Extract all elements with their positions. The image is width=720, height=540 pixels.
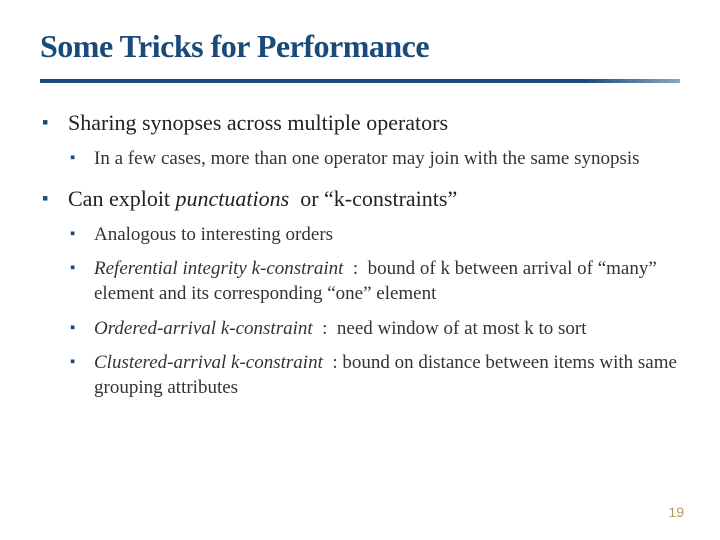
title-underline — [40, 79, 680, 83]
bullet-text-em: Referential integrity k-constraint — [94, 258, 343, 279]
bullet-text-em: Ordered-arrival k-constraint — [94, 318, 313, 339]
bullet-text: Analogous to interesting orders — [94, 224, 333, 245]
bullet-text-post: or “k-constraints” — [289, 186, 457, 211]
slide: Some Tricks for Performance Sharing syno… — [0, 0, 720, 540]
bullet-item: Analogous to interesting orders — [68, 223, 680, 248]
bullet-item: Ordered-arrival k-constraint : need wind… — [68, 317, 680, 342]
bullet-list-level2: Analogous to interesting orders Referent… — [68, 223, 680, 401]
slide-title: Some Tricks for Performance — [40, 28, 680, 73]
bullet-text-pre: Can exploit — [68, 186, 176, 211]
bullet-item: Referential integrity k-constraint : bou… — [68, 257, 680, 306]
bullet-list-level1: Sharing synopses across multiple operato… — [40, 109, 680, 401]
bullet-item: In a few cases, more than one operator m… — [68, 147, 680, 172]
bullet-item: Clustered-arrival k-constraint : bound o… — [68, 351, 680, 400]
page-number: 19 — [668, 504, 684, 520]
bullet-item: Can exploit punctuations or “k-constrain… — [40, 185, 680, 401]
bullet-list-level2: In a few cases, more than one operator m… — [68, 147, 680, 172]
bullet-item: Sharing synopses across multiple operato… — [40, 109, 680, 171]
bullet-text-rest: : need window of at most k to sort — [313, 318, 587, 339]
bullet-text-em: punctuations — [176, 186, 290, 211]
bullet-text: Sharing synopses across multiple operato… — [68, 110, 448, 135]
bullet-text-em: Clustered-arrival k-constraint — [94, 352, 323, 373]
bullet-text: In a few cases, more than one operator m… — [94, 148, 640, 169]
